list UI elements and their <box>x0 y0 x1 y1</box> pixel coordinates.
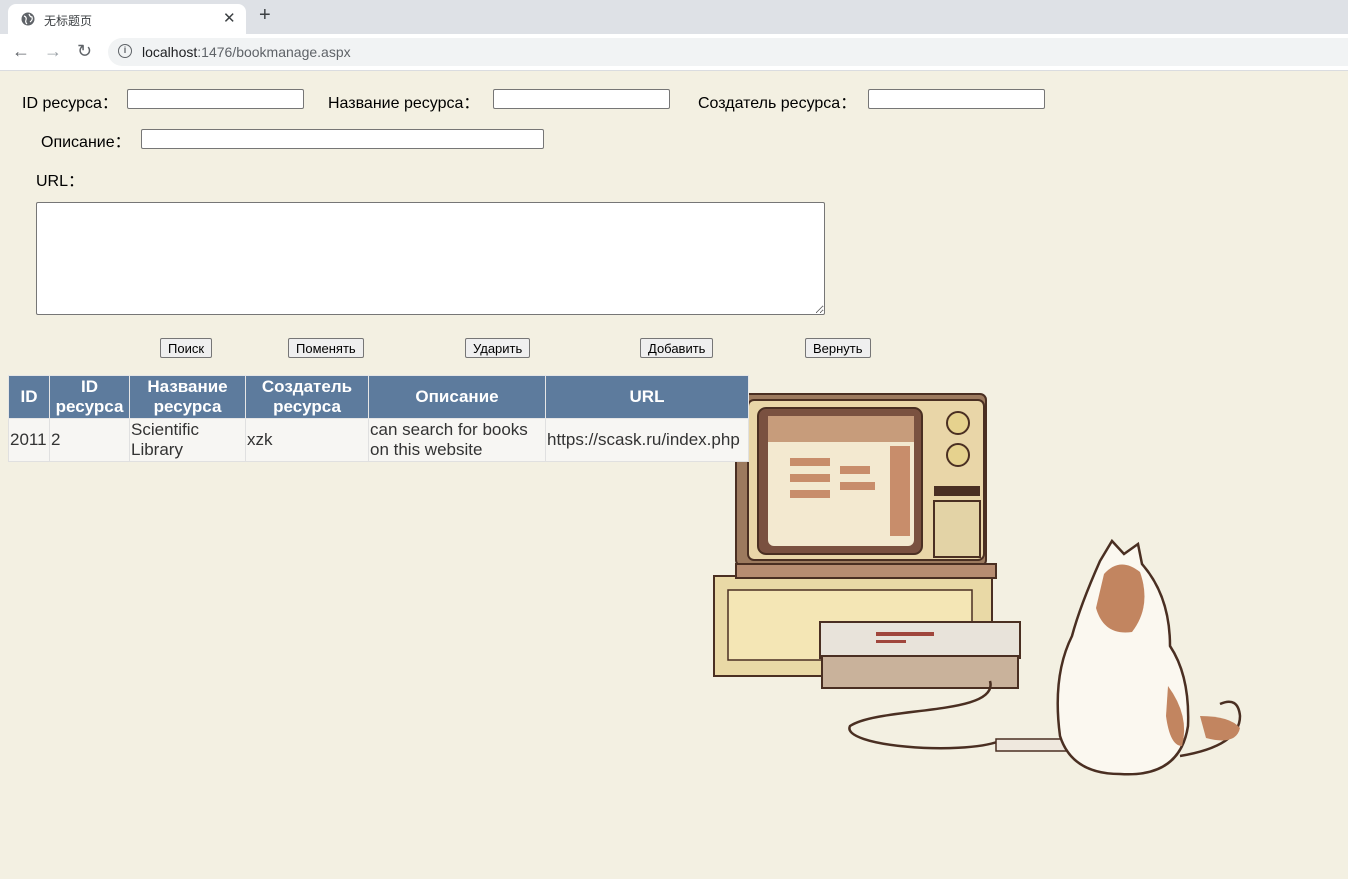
col-header-description: Описание <box>368 375 546 419</box>
browser-tab[interactable]: 无标题页 ✕ <box>8 4 246 34</box>
resource-creator-label: Создатель ресурса： <box>698 95 857 112</box>
resource-table: ID ID ресурса Название ресурса Создатель… <box>8 375 749 462</box>
globe-icon <box>21 12 35 31</box>
resource-creator-input[interactable] <box>868 89 1045 109</box>
tab-strip: 无标题页 ✕ + <box>0 0 1348 34</box>
search-button[interactable]: Поиск <box>160 338 213 358</box>
back-arrow-icon[interactable]: ← <box>12 41 30 62</box>
address-url: localhost:1476/bookmanage.aspx <box>142 44 351 60</box>
url-label: URL： <box>36 173 85 190</box>
forward-arrow-icon[interactable]: → <box>44 41 62 62</box>
col-header-id: ID <box>8 375 50 419</box>
resource-name-label: Название ресурса： <box>328 95 480 112</box>
description-input[interactable] <box>141 129 544 149</box>
new-tab-icon[interactable]: + <box>259 4 271 27</box>
page-body: ID ресурса： Название ресурса： Создатель … <box>0 71 1348 879</box>
url-textarea[interactable] <box>36 202 825 315</box>
cell-description: can search for books on this website <box>368 418 546 462</box>
site-info-icon[interactable]: i <box>118 44 132 58</box>
resource-name-input[interactable] <box>493 89 670 109</box>
change-button[interactable]: Поменять <box>288 338 364 358</box>
col-header-resource-creator: Создатель ресурса <box>245 375 369 419</box>
col-header-resource-id: ID ресурса <box>49 375 130 419</box>
cell-resource-creator: xzk <box>245 418 369 462</box>
cell-resource-id: 2 <box>49 418 130 462</box>
description-label: Описание： <box>41 134 131 151</box>
table-header-row: ID ID ресурса Название ресурса Создатель… <box>8 375 749 419</box>
col-header-url: URL <box>545 375 749 419</box>
retro-computer-cat-illustration <box>713 393 1242 776</box>
cell-resource-name: Scientific Library <box>129 418 246 462</box>
col-header-resource-name: Название ресурса <box>129 375 246 419</box>
resource-id-input[interactable] <box>127 89 304 109</box>
delete-button[interactable]: Ударить <box>465 338 531 358</box>
table-row[interactable]: 2011 2 Scientific Library xzk can search… <box>8 418 749 462</box>
reload-icon[interactable]: ↻ <box>77 41 92 62</box>
cell-id: 2011 <box>8 418 50 462</box>
address-bar[interactable]: i localhost:1476/bookmanage.aspx <box>108 38 1348 66</box>
add-button[interactable]: Добавить <box>640 338 714 358</box>
tab-title: 无标题页 <box>44 14 93 28</box>
close-tab-icon[interactable]: ✕ <box>223 9 236 27</box>
resource-id-label: ID ресурса： <box>22 95 118 112</box>
back-button[interactable]: Вернуть <box>805 338 871 358</box>
cell-url: https://scask.ru/index.php <box>545 418 749 462</box>
browser-toolbar: ← → ↻ i localhost:1476/bookmanage.aspx <box>0 34 1348 71</box>
